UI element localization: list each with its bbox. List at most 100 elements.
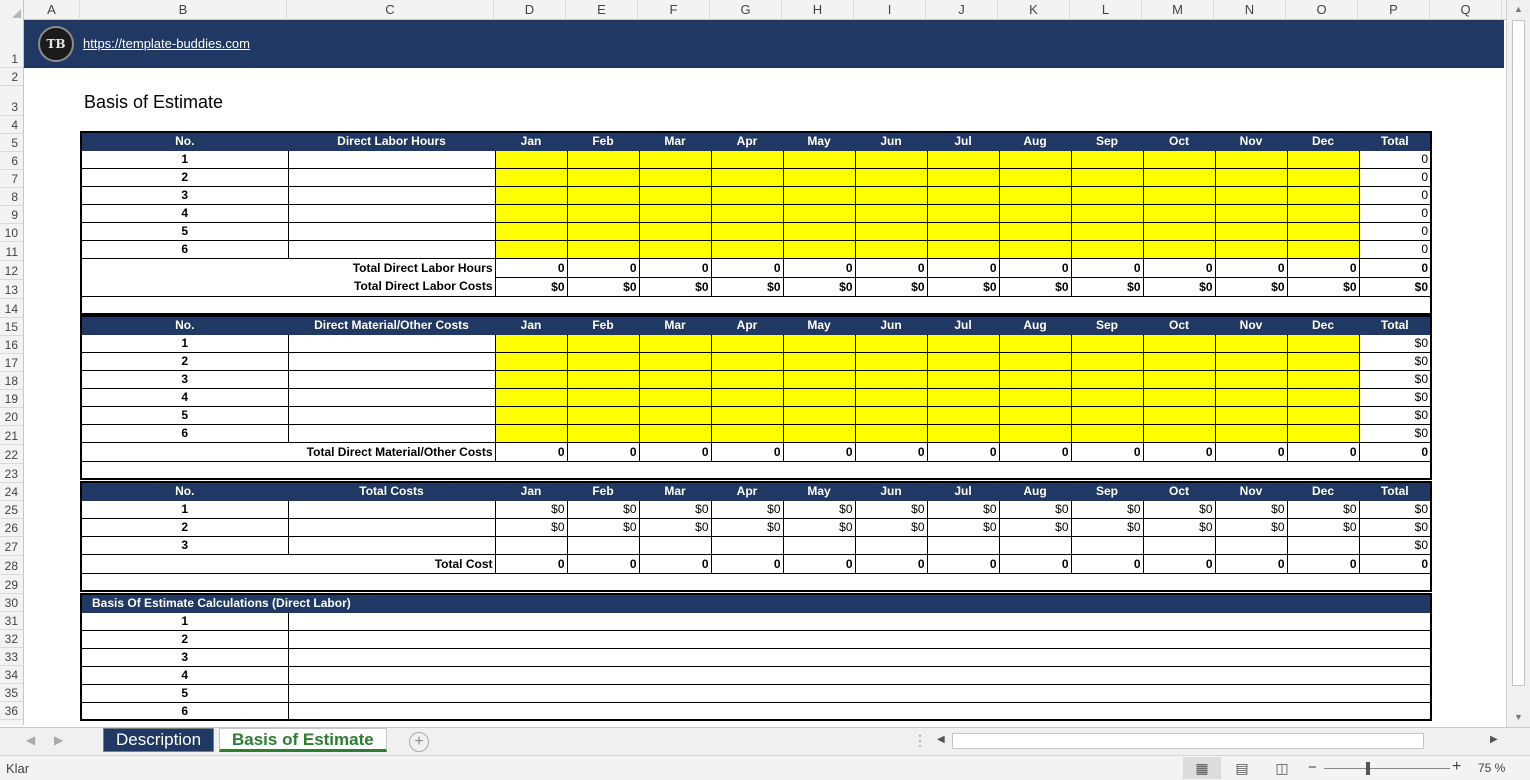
labor-input-cell[interactable] xyxy=(1214,203,1288,223)
total-direct-labor-hours-value[interactable]: 0 xyxy=(1286,257,1360,278)
material-input-cell[interactable] xyxy=(854,351,928,371)
material-input-cell[interactable] xyxy=(1286,333,1360,353)
material-input-cell[interactable] xyxy=(854,333,928,353)
costs-value-cell[interactable]: $0 xyxy=(566,517,640,537)
material-input-cell[interactable] xyxy=(1286,351,1360,371)
scroll-down-icon[interactable]: ▼ xyxy=(1514,712,1523,722)
row-header-7[interactable]: 7 xyxy=(0,170,23,188)
calc-row-number[interactable]: 3 xyxy=(80,647,289,667)
total-direct-labor-costs-value[interactable]: $0 xyxy=(782,276,856,297)
column-header-b[interactable]: B xyxy=(80,0,287,20)
material-input-cell[interactable] xyxy=(638,333,712,353)
labor-input-cell[interactable] xyxy=(494,167,568,187)
calc-row-number[interactable]: 4 xyxy=(80,665,289,685)
row-header-29[interactable]: 29 xyxy=(0,575,23,594)
labor-input-cell[interactable] xyxy=(854,167,928,187)
normal-view-icon[interactable]: ▦ xyxy=(1183,757,1221,779)
column-header-c[interactable]: C xyxy=(287,0,494,20)
labor-input-cell[interactable] xyxy=(638,185,712,205)
material-input-cell[interactable] xyxy=(854,369,928,389)
labor-input-cell[interactable] xyxy=(638,239,712,259)
labor-input-cell[interactable] xyxy=(854,203,928,223)
labor-input-cell[interactable] xyxy=(638,203,712,223)
material-row-description-cell[interactable] xyxy=(287,333,496,353)
labor-input-cell[interactable] xyxy=(926,185,1000,205)
labor-input-cell[interactable] xyxy=(782,167,856,187)
labor-input-cell[interactable] xyxy=(1070,167,1144,187)
labor-input-cell[interactable] xyxy=(566,203,640,223)
material-input-cell[interactable] xyxy=(494,423,568,443)
material-input-cell[interactable] xyxy=(494,369,568,389)
material-input-cell[interactable] xyxy=(1070,369,1144,389)
next-sheet-icon[interactable]: ▶ xyxy=(54,733,63,747)
total-cost-value[interactable]: 0 xyxy=(566,553,640,574)
row-header-32[interactable]: 32 xyxy=(0,630,23,648)
material-input-cell[interactable] xyxy=(998,423,1072,443)
scroll-up-icon[interactable]: ▲ xyxy=(1514,4,1523,14)
costs-row-number[interactable]: 1 xyxy=(80,499,289,519)
total-direct-material-costs-value[interactable]: 0 xyxy=(782,441,856,462)
labor-row-description-cell[interactable] xyxy=(287,167,496,187)
total-direct-labor-costs-value[interactable]: $0 xyxy=(638,276,712,297)
row-header-25[interactable]: 25 xyxy=(0,501,23,519)
costs-value-cell[interactable] xyxy=(638,535,712,555)
material-input-cell[interactable] xyxy=(710,387,784,407)
column-header-k[interactable]: K xyxy=(998,0,1070,20)
labor-input-cell[interactable] xyxy=(1286,239,1360,259)
row-header-10[interactable]: 10 xyxy=(0,224,23,242)
material-input-cell[interactable] xyxy=(782,369,856,389)
material-row-number[interactable]: 5 xyxy=(80,405,289,425)
material-input-cell[interactable] xyxy=(566,405,640,425)
labor-input-cell[interactable] xyxy=(566,221,640,241)
zoom-in-icon[interactable]: + xyxy=(1452,758,1461,776)
costs-value-cell[interactable]: $0 xyxy=(854,499,928,519)
labor-input-cell[interactable] xyxy=(854,239,928,259)
costs-value-cell[interactable] xyxy=(494,535,568,555)
costs-row-description-cell[interactable] xyxy=(287,535,496,555)
website-link[interactable]: https://template-buddies.com xyxy=(83,36,250,51)
labor-input-cell[interactable] xyxy=(782,203,856,223)
labor-row-number[interactable]: 1 xyxy=(80,149,289,169)
row-header-11[interactable]: 11 xyxy=(0,242,23,261)
labor-row-number[interactable]: 4 xyxy=(80,203,289,223)
costs-value-cell[interactable] xyxy=(566,535,640,555)
material-input-cell[interactable] xyxy=(1142,351,1216,371)
material-row-description-cell[interactable] xyxy=(287,369,496,389)
labor-input-cell[interactable] xyxy=(854,221,928,241)
labor-input-cell[interactable] xyxy=(1142,203,1216,223)
material-input-cell[interactable] xyxy=(1142,405,1216,425)
labor-input-cell[interactable] xyxy=(494,221,568,241)
total-direct-labor-costs-value[interactable]: $0 xyxy=(1286,276,1360,297)
costs-value-cell[interactable]: $0 xyxy=(998,499,1072,519)
costs-row-number[interactable]: 3 xyxy=(80,535,289,555)
material-input-cell[interactable] xyxy=(710,405,784,425)
total-cost-value[interactable]: 0 xyxy=(638,553,712,574)
labor-input-cell[interactable] xyxy=(1070,203,1144,223)
material-input-cell[interactable] xyxy=(1142,387,1216,407)
material-input-cell[interactable] xyxy=(854,387,928,407)
column-header-g[interactable]: G xyxy=(710,0,782,20)
total-direct-material-costs-value[interactable]: 0 xyxy=(998,441,1072,462)
total-direct-labor-costs-value[interactable]: $0 xyxy=(1142,276,1216,297)
costs-row-description-cell[interactable] xyxy=(287,499,496,519)
vertical-scroll-thumb[interactable] xyxy=(1512,20,1525,686)
material-input-cell[interactable] xyxy=(1214,351,1288,371)
total-direct-labor-hours-value[interactable]: 0 xyxy=(494,257,568,278)
labor-input-cell[interactable] xyxy=(1214,239,1288,259)
total-cost-label[interactable]: Total Cost xyxy=(81,554,495,573)
material-input-cell[interactable] xyxy=(638,423,712,443)
material-input-cell[interactable] xyxy=(1286,387,1360,407)
labor-input-cell[interactable] xyxy=(566,185,640,205)
labor-row-number[interactable]: 2 xyxy=(80,167,289,187)
costs-value-cell[interactable]: $0 xyxy=(926,499,1000,519)
costs-value-cell[interactable] xyxy=(1070,535,1144,555)
material-row-number[interactable]: 1 xyxy=(80,333,289,353)
labor-input-cell[interactable] xyxy=(494,239,568,259)
material-input-cell[interactable] xyxy=(638,351,712,371)
page-layout-view-icon[interactable]: ▤ xyxy=(1223,757,1261,779)
row-header-9[interactable]: 9 xyxy=(0,206,23,224)
zoom-out-icon[interactable]: − xyxy=(1308,759,1317,776)
labor-input-cell[interactable] xyxy=(1070,221,1144,241)
material-input-cell[interactable] xyxy=(854,423,928,443)
calc-row-number[interactable]: 5 xyxy=(80,683,289,703)
